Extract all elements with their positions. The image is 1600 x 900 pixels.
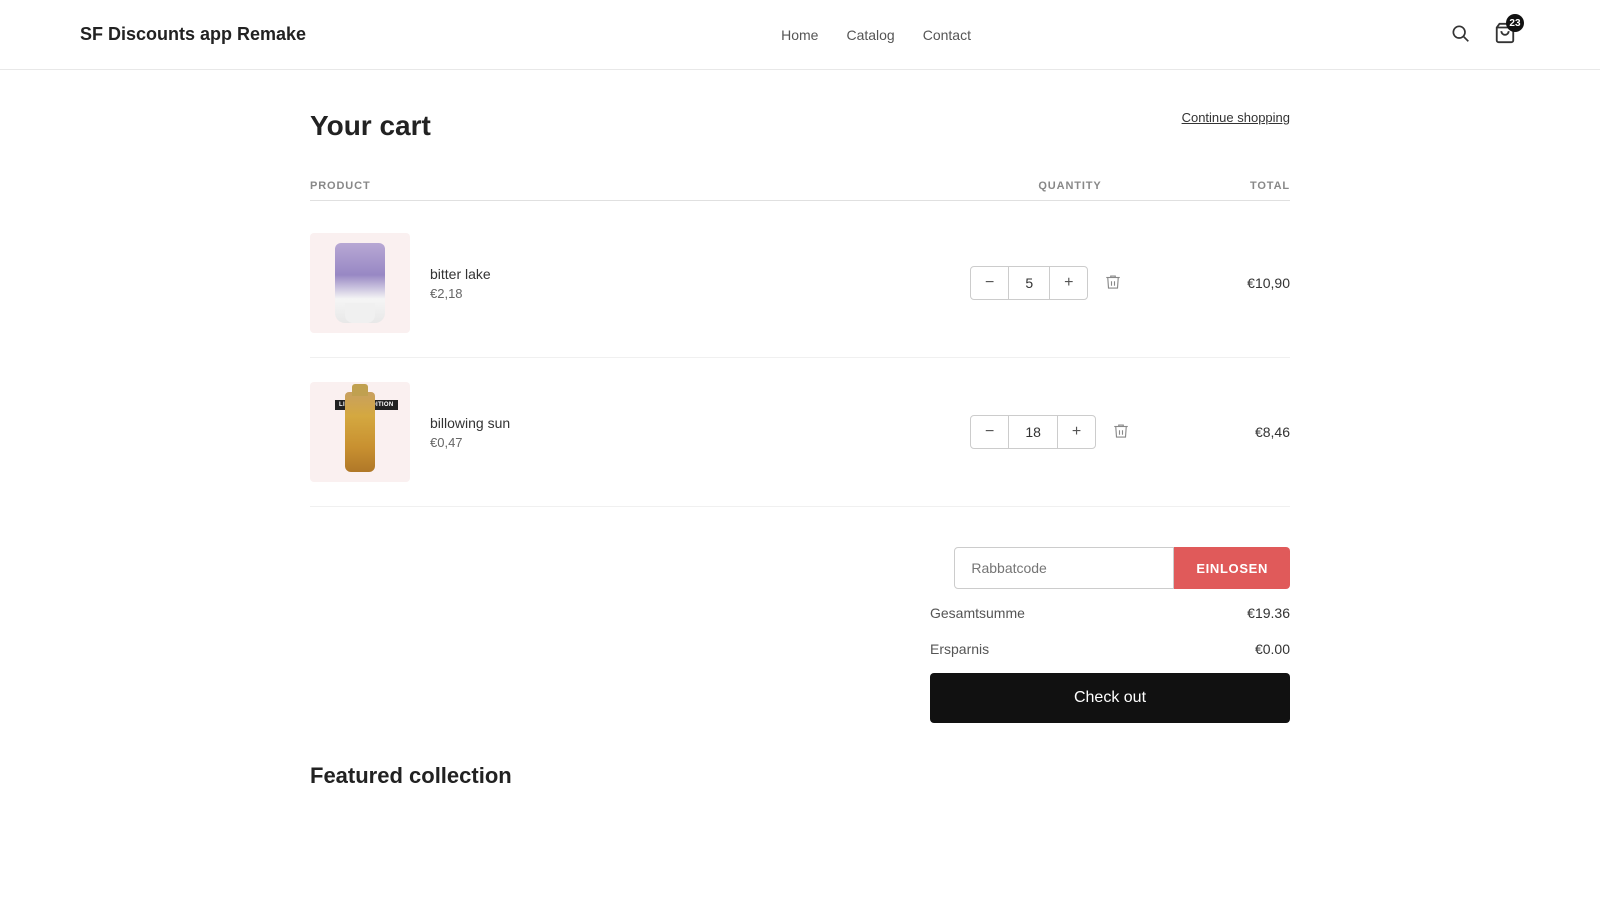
- cart-header: Your cart Continue shopping: [310, 110, 1290, 142]
- delete-item-2[interactable]: [1108, 418, 1134, 447]
- item-info-1: bitter lake €2,18: [430, 266, 491, 301]
- qty-increase-2[interactable]: +: [1058, 416, 1095, 448]
- subtotal-value: €19.36: [1247, 605, 1290, 621]
- item-price-2: €0,47: [430, 435, 510, 450]
- subtotal-row: Gesamtsumme €19.36: [930, 601, 1290, 625]
- item-quantity-1: − 5 +: [970, 266, 1170, 300]
- search-button[interactable]: [1446, 19, 1474, 50]
- cart-button[interactable]: 23: [1490, 18, 1520, 51]
- product-illustration-2: [345, 392, 375, 472]
- main-content: Your cart Continue shopping PRODUCT QUAN…: [250, 70, 1350, 849]
- product-illustration-1: [335, 243, 385, 323]
- item-price-1: €2,18: [430, 286, 491, 301]
- search-icon: [1450, 23, 1470, 43]
- item-info-2: billowing sun €0,47: [430, 415, 510, 450]
- item-total-1: €10,90: [1170, 275, 1290, 291]
- savings-value: €0.00: [1255, 641, 1290, 657]
- cart-item-1: bitter lake €2,18 − 5 + €10,90: [310, 209, 1290, 358]
- item-image-2: LIMITED EDITION: [310, 382, 410, 482]
- qty-control-1: − 5 +: [970, 266, 1088, 300]
- nav-home[interactable]: Home: [781, 27, 818, 43]
- discount-apply-button[interactable]: EINLOSEN: [1174, 547, 1290, 589]
- item-product-1: bitter lake €2,18: [310, 233, 970, 333]
- item-quantity-2: − 18 +: [970, 415, 1170, 449]
- qty-increase-1[interactable]: +: [1050, 267, 1087, 299]
- qty-decrease-2[interactable]: −: [971, 416, 1008, 448]
- item-name-1: bitter lake: [430, 266, 491, 282]
- site-header: SF Discounts app Remake Home Catalog Con…: [0, 0, 1600, 70]
- qty-value-1: 5: [1008, 267, 1050, 299]
- savings-row: Ersparnis €0.00: [930, 637, 1290, 661]
- col-header-product: PRODUCT: [310, 180, 970, 192]
- item-name-2: billowing sun: [430, 415, 510, 431]
- col-header-quantity: QUANTITY: [970, 180, 1170, 192]
- cart-footer: EINLOSEN Gesamtsumme €19.36 Ersparnis €0…: [310, 547, 1290, 723]
- page-title: Your cart: [310, 110, 431, 142]
- featured-section: Featured collection: [310, 763, 1290, 789]
- item-image-1: [310, 233, 410, 333]
- site-logo: SF Discounts app Remake: [80, 24, 306, 45]
- subtotal-label: Gesamtsumme: [930, 605, 1025, 621]
- qty-control-2: − 18 +: [970, 415, 1096, 449]
- main-nav: Home Catalog Contact: [781, 27, 971, 43]
- product-wrap-2: LIMITED EDITION: [345, 392, 375, 472]
- trash-icon-1: [1104, 273, 1122, 291]
- header-icons: 23: [1446, 18, 1520, 51]
- discount-row: EINLOSEN: [954, 547, 1290, 589]
- cart-item-2: LIMITED EDITION billowing sun €0,47 − 18…: [310, 358, 1290, 507]
- col-header-total: TOTAL: [1170, 180, 1290, 192]
- checkout-button[interactable]: Check out: [930, 673, 1290, 723]
- cart-count: 23: [1506, 14, 1524, 32]
- item-total-2: €8,46: [1170, 424, 1290, 440]
- cart-table-headers: PRODUCT QUANTITY TOTAL: [310, 172, 1290, 201]
- nav-catalog[interactable]: Catalog: [846, 27, 894, 43]
- qty-decrease-1[interactable]: −: [971, 267, 1008, 299]
- featured-title: Featured collection: [310, 763, 1290, 789]
- qty-value-2: 18: [1008, 416, 1058, 448]
- delete-item-1[interactable]: [1100, 269, 1126, 298]
- trash-icon-2: [1112, 422, 1130, 440]
- discount-code-input[interactable]: [954, 547, 1174, 589]
- nav-contact[interactable]: Contact: [923, 27, 971, 43]
- item-product-2: LIMITED EDITION billowing sun €0,47: [310, 382, 970, 482]
- continue-shopping-button[interactable]: Continue shopping: [1182, 110, 1290, 125]
- savings-label: Ersparnis: [930, 641, 989, 657]
